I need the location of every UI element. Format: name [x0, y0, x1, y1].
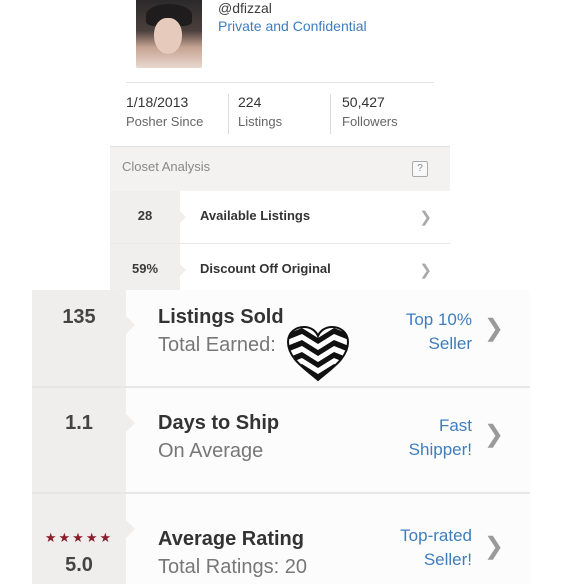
avatar-face	[154, 18, 182, 54]
row-number-column	[32, 388, 135, 492]
row-label: Available Listings	[200, 208, 311, 223]
privacy-note[interactable]: Private and Confidential	[218, 18, 367, 34]
badge-line: Shipper!	[408, 440, 472, 459]
stat-value: 1/18/2013	[126, 94, 189, 110]
badge-line: Top-rated	[400, 526, 472, 545]
chevron-right-icon: ❯	[419, 209, 432, 226]
chevron-right-icon: ❯	[483, 315, 504, 342]
stat-divider	[228, 94, 229, 134]
stat-label: Followers	[342, 114, 398, 129]
row-listings-sold[interactable]: 135 Listings Sold Total Earned: Top 10% …	[32, 290, 530, 388]
row-subtitle: Total Ratings: 20	[158, 556, 307, 578]
closet-analysis-header: Closet Analysis ?	[110, 146, 450, 192]
badge-line: Seller!	[423, 550, 472, 569]
row-label: Discount Off Original	[200, 261, 331, 276]
stat-value: 224	[238, 94, 262, 110]
row-number: 135	[62, 306, 96, 328]
badge-line: Top 10%	[405, 310, 472, 329]
badge-fast-shipper[interactable]: Fast Shipper!	[409, 414, 472, 462]
row-number: 5.0	[65, 554, 93, 576]
badge-line: Seller	[428, 334, 472, 353]
chevron-right-icon: ❯	[483, 533, 504, 560]
badge-top-seller[interactable]: Top 10% Seller	[406, 308, 472, 356]
stat-posher-since: 1/18/2013 Posher Since	[126, 94, 203, 136]
divider	[126, 82, 434, 83]
profile-stats: 1/18/2013 Posher Since 224 Listings 50,4…	[126, 94, 446, 136]
chevron-right-icon: ❯	[419, 262, 432, 279]
metrics-panel: 135 Listings Sold Total Earned: Top 10% …	[32, 290, 530, 584]
heart-icon	[286, 326, 350, 382]
row-subtitle: On Average	[158, 440, 264, 462]
stat-listings[interactable]: 224 Listings	[238, 94, 282, 136]
row-number: 59%	[131, 261, 159, 276]
badge-top-rated-seller[interactable]: Top-rated Seller!	[400, 524, 472, 572]
row-subtitle: Total Earned:	[158, 334, 276, 356]
row-number-column	[32, 290, 135, 386]
rating-stars-icon: ★★★★★	[44, 530, 114, 545]
stat-divider	[330, 94, 331, 134]
profile-panel: @dfizzal Private and Confidential 1/18/2…	[110, 0, 450, 297]
row-title: Listings Sold	[158, 306, 284, 328]
username[interactable]: @dfizzal	[218, 0, 272, 16]
row-number: 28	[137, 208, 153, 223]
avatar[interactable]	[136, 0, 202, 68]
row-title: Average Rating	[158, 528, 304, 550]
stat-label: Posher Since	[126, 114, 204, 129]
row-available-listings[interactable]: 28 Available Listings ❯	[110, 191, 450, 244]
stat-value: 50,427	[342, 94, 385, 110]
chevron-right-icon: ❯	[483, 421, 504, 448]
help-icon[interactable]: ?	[412, 161, 428, 177]
row-title: Days to Ship	[158, 412, 280, 434]
row-number: 1.1	[65, 412, 93, 434]
section-title: Closet Analysis	[122, 159, 211, 174]
stat-followers[interactable]: 50,427 Followers	[342, 94, 398, 136]
stat-label: Listings	[238, 114, 283, 129]
badge-line: Fast	[438, 416, 472, 435]
row-days-to-ship[interactable]: 1.1 Days to Ship On Average Fast Shipper…	[32, 388, 530, 494]
row-average-rating[interactable]: ★★★★★ 5.0 Average Rating Total Ratings: …	[32, 494, 530, 584]
